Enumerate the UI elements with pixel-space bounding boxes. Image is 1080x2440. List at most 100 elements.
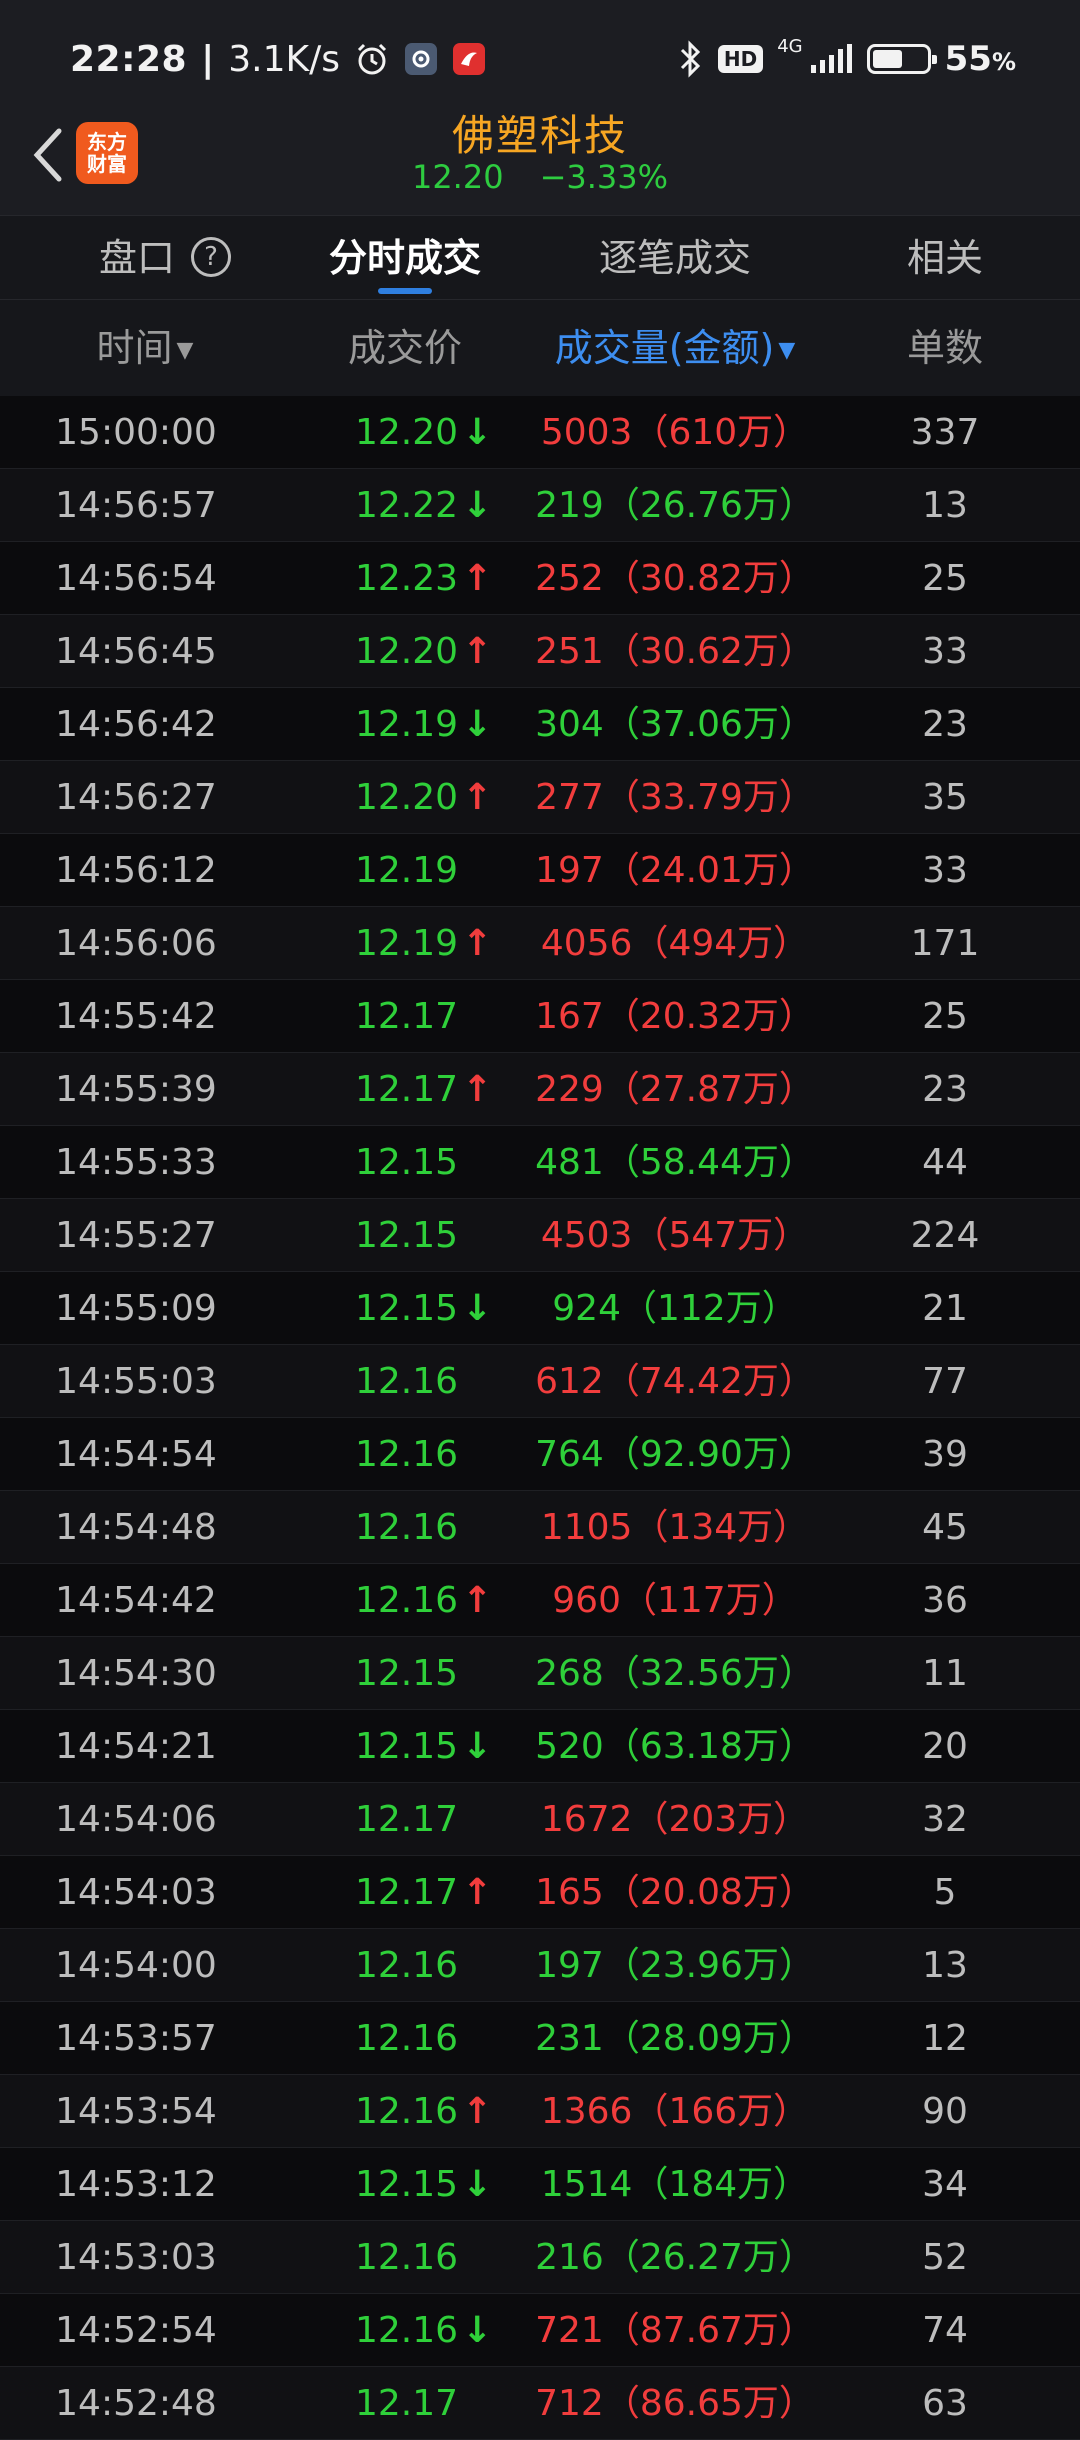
help-icon[interactable]: ? xyxy=(191,236,231,277)
table-row[interactable]: 14:54:30 12.15 268（32.56万） 11 xyxy=(0,1637,1080,1710)
trade-volume: 520 xyxy=(535,1726,604,1767)
paren-close: ） xyxy=(778,777,815,818)
trade-volume: 219 xyxy=(535,485,604,526)
table-row[interactable]: 14:53:57 12.16 231（28.09万） 12 xyxy=(0,2002,1080,2075)
trade-volume: 1672 xyxy=(540,1799,633,1840)
trade-time: 14:54:42 xyxy=(55,1580,217,1621)
paren-open: （ xyxy=(603,777,640,818)
trade-price-cell: 12.17 xyxy=(355,2367,535,2440)
table-row[interactable]: 14:53:54 12.16 ↑ 1366（166万） 90 xyxy=(0,2075,1080,2148)
trade-amount: 203万 xyxy=(668,1799,774,1840)
tab-pankou[interactable]: 盘口? xyxy=(40,216,290,301)
table-row[interactable]: 14:55:27 12.15 4503（547万） 224 xyxy=(0,1199,1080,1272)
trade-count: 224 xyxy=(910,1215,980,1256)
table-row[interactable]: 14:54:48 12.16 1105（134万） 45 xyxy=(0,1491,1080,1564)
trade-volume: 197 xyxy=(535,1945,604,1986)
arrow-up-icon: ↑ xyxy=(462,1580,493,1621)
trade-price: 12.17 xyxy=(355,996,459,1037)
battery-icon xyxy=(866,44,937,74)
table-row[interactable]: 14:55:03 12.16 612（74.42万） 77 xyxy=(0,1345,1080,1418)
trade-count: 337 xyxy=(910,412,980,453)
active-tab-indicator xyxy=(378,288,432,294)
table-row[interactable]: 14:55:42 12.17 167（20.32万） 25 xyxy=(0,980,1080,1053)
trade-volume-cell: 4056（494万） xyxy=(520,907,830,980)
paren-open: （ xyxy=(603,2018,640,2059)
trade-volume: 1366 xyxy=(540,2091,633,2132)
trade-amount: 20.08万 xyxy=(639,1872,779,1913)
tab-related[interactable]: 相关 xyxy=(870,216,1020,301)
paren-open: （ xyxy=(603,1069,640,1110)
trade-price: 12.19 xyxy=(355,923,459,964)
trade-volume: 165 xyxy=(535,1872,604,1913)
trade-volume-cell: 612（74.42万） xyxy=(520,1345,830,1418)
trade-count: 25 xyxy=(922,558,968,599)
arrow-up-icon: ↑ xyxy=(462,777,493,818)
trade-volume-cell: 4503（547万） xyxy=(520,1199,830,1272)
trade-amount: 117万 xyxy=(657,1580,762,1621)
paren-open: （ xyxy=(603,2383,640,2424)
trade-price: 12.17 xyxy=(355,1872,459,1913)
table-row[interactable]: 14:54:54 12.16 764（92.90万） 39 xyxy=(0,1418,1080,1491)
trades-table[interactable]: 15:00:00 12.20 ↓ 5003（610万） 337 14:56:57 12.22… xyxy=(0,396,1080,2440)
trade-volume: 277 xyxy=(535,777,604,818)
table-row[interactable]: 14:53:12 12.15 ↓ 1514（184万） 34 xyxy=(0,2148,1080,2221)
table-row[interactable]: 14:52:54 12.16 ↓ 721（87.67万） 74 xyxy=(0,2294,1080,2367)
trade-price-cell: 12.15 ↓ xyxy=(355,1710,535,1783)
trade-time: 14:56:12 xyxy=(55,850,217,891)
table-row[interactable]: 14:54:00 12.16 197（23.96万） 13 xyxy=(0,1929,1080,2002)
table-row[interactable]: 14:52:48 12.17 712（86.65万） 63 xyxy=(0,2367,1080,2440)
trade-time: 14:56:27 xyxy=(55,777,217,818)
table-row[interactable]: 14:53:03 12.16 216（26.27万） 52 xyxy=(0,2221,1080,2294)
paren-open: （ xyxy=(632,2164,669,2205)
table-row[interactable]: 15:00:00 12.20 ↓ 5003（610万） 337 xyxy=(0,396,1080,469)
network-speed: 3.1K/s xyxy=(228,38,340,80)
trade-price-cell: 12.16 xyxy=(355,2002,535,2075)
trade-time: 14:56:42 xyxy=(55,704,217,745)
trade-volume-cell: 1514（184万） xyxy=(520,2148,830,2221)
trade-volume: 5003 xyxy=(540,412,633,453)
trade-amount: 166万 xyxy=(668,2091,774,2132)
table-row[interactable]: 14:56:57 12.22 ↓ 219（26.76万） 13 xyxy=(0,469,1080,542)
table-row[interactable]: 14:56:54 12.23 ↑ 252（30.82万） 25 xyxy=(0,542,1080,615)
table-row[interactable]: 14:56:27 12.20 ↑ 277（33.79万） 35 xyxy=(0,761,1080,834)
trade-price: 12.15 xyxy=(355,1288,459,1329)
paren-open: （ xyxy=(632,412,669,453)
table-row[interactable]: 14:54:21 12.15 ↓ 520（63.18万） 20 xyxy=(0,1710,1080,1783)
paren-open: （ xyxy=(603,704,640,745)
table-row[interactable]: 14:54:06 12.17 1672（203万） 32 xyxy=(0,1783,1080,1856)
table-row[interactable]: 14:56:12 12.19 197（24.01万） 33 xyxy=(0,834,1080,907)
hd-icon: HD xyxy=(717,45,764,73)
trade-amount: 28.09万 xyxy=(639,2018,779,2059)
paren-open: （ xyxy=(603,1726,640,1767)
table-row[interactable]: 14:55:09 12.15 ↓ 924（112万） 21 xyxy=(0,1272,1080,1345)
trade-amount: 26.27万 xyxy=(639,2237,779,2278)
trade-price-cell: 12.22 ↓ xyxy=(355,469,535,542)
arrow-down-icon: ↓ xyxy=(462,1288,493,1329)
trade-amount: 23.96万 xyxy=(639,1945,779,1986)
table-row[interactable]: 14:55:39 12.17 ↑ 229（27.87万） 23 xyxy=(0,1053,1080,1126)
paren-open: （ xyxy=(603,1142,640,1183)
trade-time: 14:56:06 xyxy=(55,923,217,964)
paren-close: ） xyxy=(773,1507,810,1548)
table-row[interactable]: 14:56:42 12.19 ↓ 304（37.06万） 23 xyxy=(0,688,1080,761)
col-header-time[interactable]: 时间 ▼ xyxy=(40,300,250,396)
tab-tick-trades[interactable]: 逐笔成交 xyxy=(570,216,780,301)
trade-count: 36 xyxy=(922,1580,968,1621)
trade-amount: 112万 xyxy=(657,1288,762,1329)
table-row[interactable]: 14:54:03 12.17 ↑ 165（20.08万） 5 xyxy=(0,1856,1080,1929)
table-row[interactable]: 14:55:33 12.15 481（58.44万） 44 xyxy=(0,1126,1080,1199)
trade-amount: 27.87万 xyxy=(639,1069,779,1110)
trade-volume-cell: 277（33.79万） xyxy=(520,761,830,834)
trade-count: 45 xyxy=(922,1507,968,1548)
trade-volume-cell: 231（28.09万） xyxy=(520,2002,830,2075)
col-header-volume[interactable]: 成交量(金额) ▼ xyxy=(530,300,820,396)
trade-amount: 58.44万 xyxy=(639,1142,779,1183)
trade-volume: 167 xyxy=(535,996,604,1037)
trade-amount: 87.67万 xyxy=(639,2310,779,2351)
table-row[interactable]: 14:56:06 12.19 ↑ 4056（494万） 171 xyxy=(0,907,1080,980)
trade-amount: 26.76万 xyxy=(639,485,779,526)
table-row[interactable]: 14:54:42 12.16 ↑ 960（117万） 36 xyxy=(0,1564,1080,1637)
arrow-up-icon: ↑ xyxy=(462,631,493,672)
trade-volume: 481 xyxy=(535,1142,604,1183)
table-row[interactable]: 14:56:45 12.20 ↑ 251（30.62万） 33 xyxy=(0,615,1080,688)
